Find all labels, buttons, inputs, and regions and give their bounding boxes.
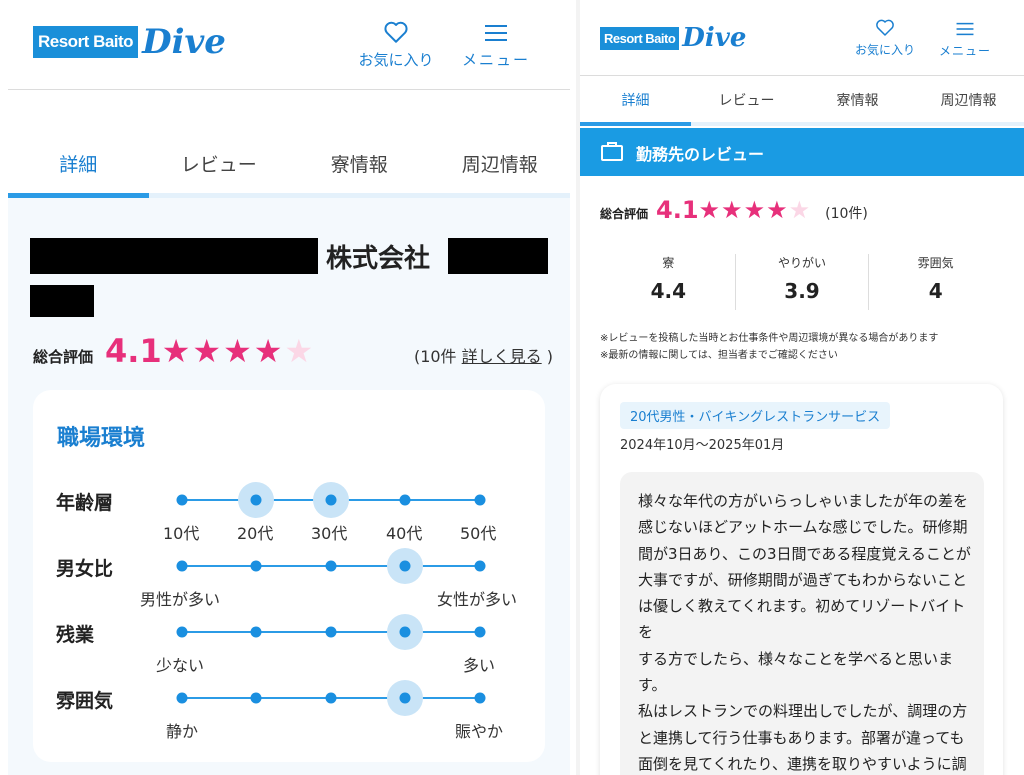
star-icon: ★ xyxy=(721,196,744,224)
slider-dot xyxy=(250,692,262,704)
sub-score-value: 4 xyxy=(928,279,943,303)
sub-score-label: 雰囲気 xyxy=(917,256,954,270)
sub-score-worth: やりがい 3.9 xyxy=(734,254,869,310)
logo-right[interactable]: Resort Baito Dive xyxy=(600,24,746,52)
gender-min-label: 男性が多い xyxy=(140,590,221,609)
rating-count: (10件) xyxy=(825,206,868,222)
sub-score-value: 4.4 xyxy=(650,279,687,303)
heart-icon xyxy=(876,19,894,36)
star-icon: ★ xyxy=(743,196,767,224)
gender-max-label: 女性が多い xyxy=(437,590,518,609)
sub-score-value: 3.9 xyxy=(784,279,820,303)
slider-dot xyxy=(399,692,411,704)
section-title: 勤務先のレビュー xyxy=(636,145,765,164)
site-header-right: Resort Baito Dive お気に入り メニュー xyxy=(580,0,1024,76)
reviewer-tag: 20代男性・バイキングレストランサービス xyxy=(620,402,891,429)
detail-panel: Resort Baito Dive お気に入り メニュー 詳細 レビュー 寮情報… xyxy=(0,0,578,775)
star-empty-icon: ★ xyxy=(788,196,812,224)
logo-word: Dive xyxy=(682,23,747,53)
review-text: 様々な年代の方がいらっしゃいましたが年の差を 感じないほどアットホームな感じでし… xyxy=(638,492,971,773)
slider-dot xyxy=(325,692,337,704)
header-divider xyxy=(580,75,1024,76)
menu-label: メニュー xyxy=(938,44,991,58)
slider-dot xyxy=(176,692,188,704)
briefcase-icon xyxy=(601,142,623,161)
tab-dorm[interactable]: 寮情報 xyxy=(802,90,913,114)
favorite-label: お気に入り xyxy=(854,43,915,57)
slider-dot xyxy=(474,692,486,704)
atmosphere-min-label: 静か xyxy=(166,722,199,741)
rating-stars: ★★★★★ xyxy=(699,196,812,224)
tick-40s: 40代 xyxy=(386,524,423,543)
overtime-min-label: 少ない xyxy=(156,656,205,675)
rating-label: 総合評価 xyxy=(600,207,649,221)
tab-active-indicator xyxy=(580,122,691,126)
review-notes: ※レビューを投稿した当時とお仕事条件や周辺環境が異なる場合があります ※最新の情… xyxy=(600,330,1020,364)
sub-score-label: やりがい xyxy=(778,256,827,270)
rating-value: 4.1 xyxy=(656,196,699,224)
hamburger-icon xyxy=(956,22,974,36)
tab-detail[interactable]: 詳細 xyxy=(580,90,691,114)
tab-review[interactable]: レビュー xyxy=(691,90,802,114)
sub-score-dorm: 寮 4.4 xyxy=(602,254,735,310)
sub-score-label: 寮 xyxy=(662,256,675,270)
note-line: ※レビューを投稿した当時とお仕事条件や周辺環境が異なる場合があります xyxy=(600,333,939,344)
note-line: ※最新の情報に関しては、担当者までご確認ください xyxy=(600,350,838,361)
tick-30s: 30代 xyxy=(311,524,348,543)
star-icon: ★ xyxy=(766,196,789,224)
overtime-max-label: 多い xyxy=(463,656,496,675)
tick-10s: 10代 xyxy=(163,524,200,543)
overall-rating-right: 総合評価 4.1 ★★★★★ (10件) xyxy=(600,196,868,224)
sub-score-atmosphere: 雰囲気 4 xyxy=(868,254,1002,310)
logo-box: Resort Baito xyxy=(600,26,680,50)
sub-scores: 寮 4.4 やりがい 3.9 雰囲気 4 xyxy=(602,254,1002,310)
tab-bar-right: 詳細 レビュー 寮情報 周辺情報 xyxy=(580,90,1024,114)
tab-surroundings[interactable]: 周辺情報 xyxy=(913,90,1024,114)
star-icon: ★ xyxy=(698,196,722,224)
menu-button-right[interactable]: メニュー xyxy=(935,20,995,59)
atmosphere-max-label: 賑やか xyxy=(455,722,504,741)
tick-50s: 50代 xyxy=(460,524,497,543)
section-header: 勤務先のレビュー xyxy=(580,128,1024,176)
review-panel: Resort Baito Dive お気に入り メニュー 詳細 レビュー 寮情報… xyxy=(580,0,1024,775)
favorite-button-right[interactable]: お気に入り xyxy=(848,18,922,58)
tick-20s: 20代 xyxy=(237,524,274,543)
review-period: 2024年10月〜2025年01月 xyxy=(620,438,785,453)
